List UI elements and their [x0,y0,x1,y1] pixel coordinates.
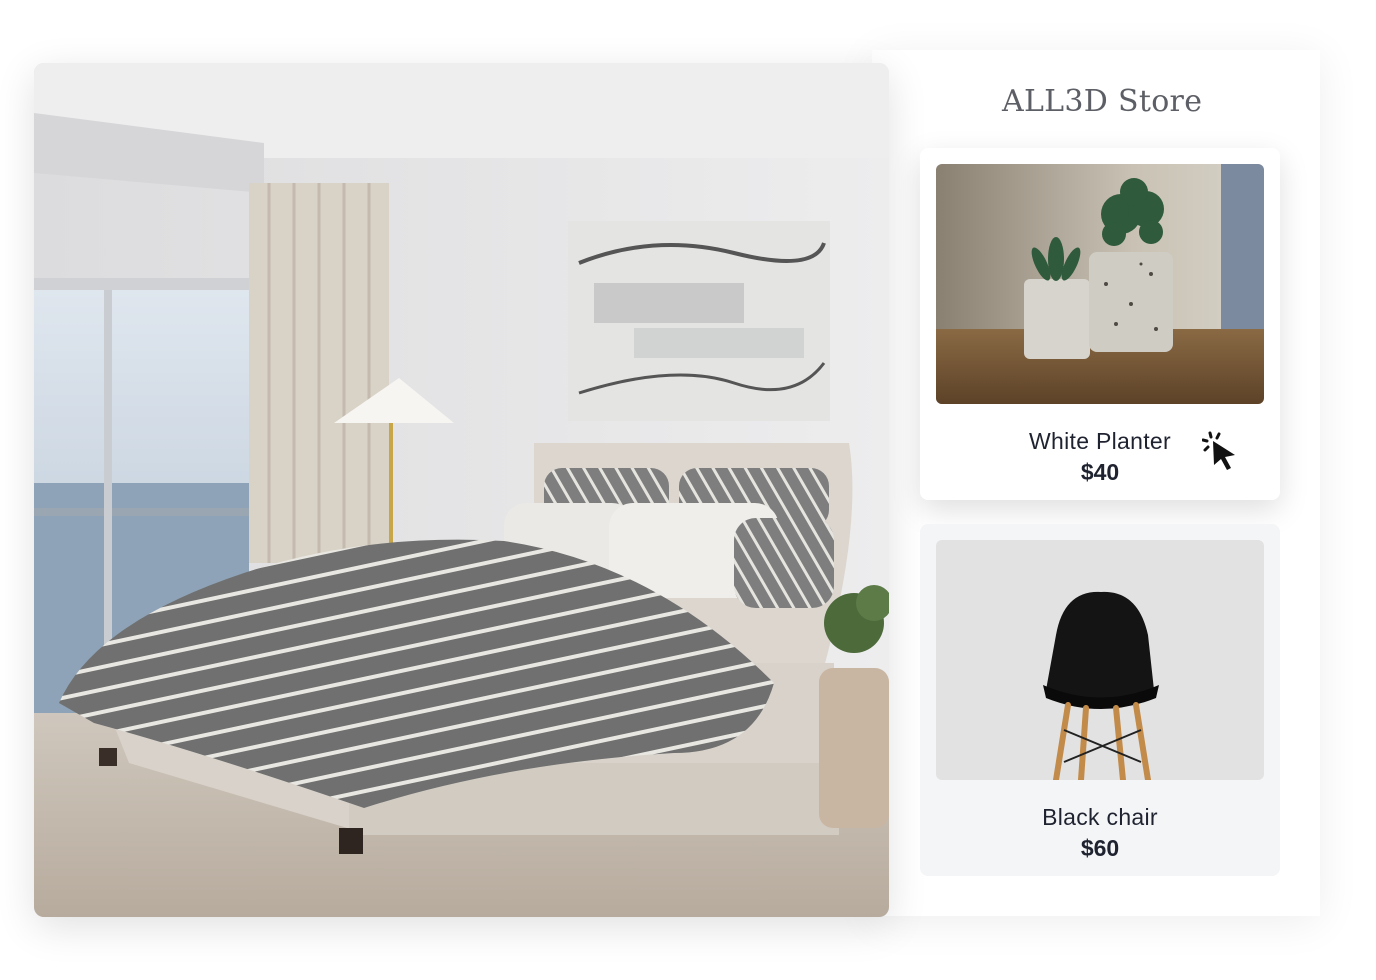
chair-photo-icon [936,540,1264,780]
product-image[interactable] [936,540,1264,780]
product-price: $60 [1080,835,1120,861]
store-title: ALL3D Store [1002,84,1203,119]
product-image[interactable] [936,164,1264,404]
bedroom-render-icon [34,63,889,917]
pointer-click-icon [1201,430,1242,474]
room-scene-image [34,63,889,917]
product-card-black-chair[interactable]: Black chair $60 [920,524,1280,876]
planter-photo-icon [936,164,1264,404]
product-name: Black chair [1042,804,1158,830]
product-card-white-planter[interactable]: White Planter $40 [920,148,1280,500]
